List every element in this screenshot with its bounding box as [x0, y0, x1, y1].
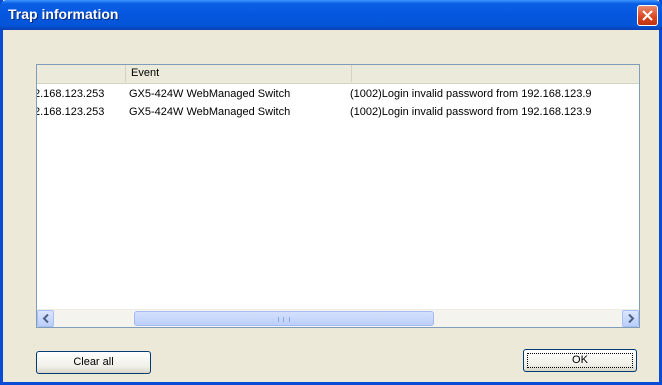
list-row[interactable]: 2.168.123.253 GX5-424W WebManaged Switch… [37, 103, 639, 121]
clear-all-button[interactable]: Clear all [36, 351, 151, 374]
horizontal-scrollbar[interactable] [37, 309, 639, 327]
trap-information-dialog: Trap information Event 2.168.123.253 GX5… [0, 0, 662, 385]
column-header-event[interactable]: Event [126, 65, 352, 82]
row-device: GX5-424W WebManaged Switch [129, 106, 291, 118]
close-icon [642, 10, 653, 21]
list-header: Event [37, 65, 639, 84]
scroll-thumb[interactable] [134, 311, 434, 326]
row-device: GX5-424W WebManaged Switch [129, 88, 291, 100]
row-message: (1002)Login invalid password from 192.16… [350, 88, 592, 100]
row-source: 2.168.123.253 [36, 88, 105, 100]
row-source: 2.168.123.253 [36, 106, 105, 118]
trap-list[interactable]: Event 2.168.123.253 GX5-424W WebManaged … [36, 64, 640, 328]
ok-button[interactable]: OK [523, 349, 637, 372]
chevron-right-icon [628, 314, 635, 323]
scroll-right-button[interactable] [622, 310, 639, 327]
row-message: (1002)Login invalid password from 192.16… [350, 106, 592, 118]
grip-icon [278, 317, 290, 322]
column-header-source[interactable] [37, 65, 126, 82]
chevron-left-icon [42, 314, 49, 323]
list-rows: 2.168.123.253 GX5-424W WebManaged Switch… [37, 85, 639, 121]
scroll-left-button[interactable] [37, 310, 54, 327]
column-header-message[interactable] [352, 65, 639, 82]
focus-rect [527, 353, 633, 368]
window-title: Trap information [8, 6, 119, 22]
close-button[interactable] [637, 5, 658, 26]
title-bar[interactable]: Trap information [0, 0, 662, 30]
list-row[interactable]: 2.168.123.253 GX5-424W WebManaged Switch… [37, 85, 639, 103]
